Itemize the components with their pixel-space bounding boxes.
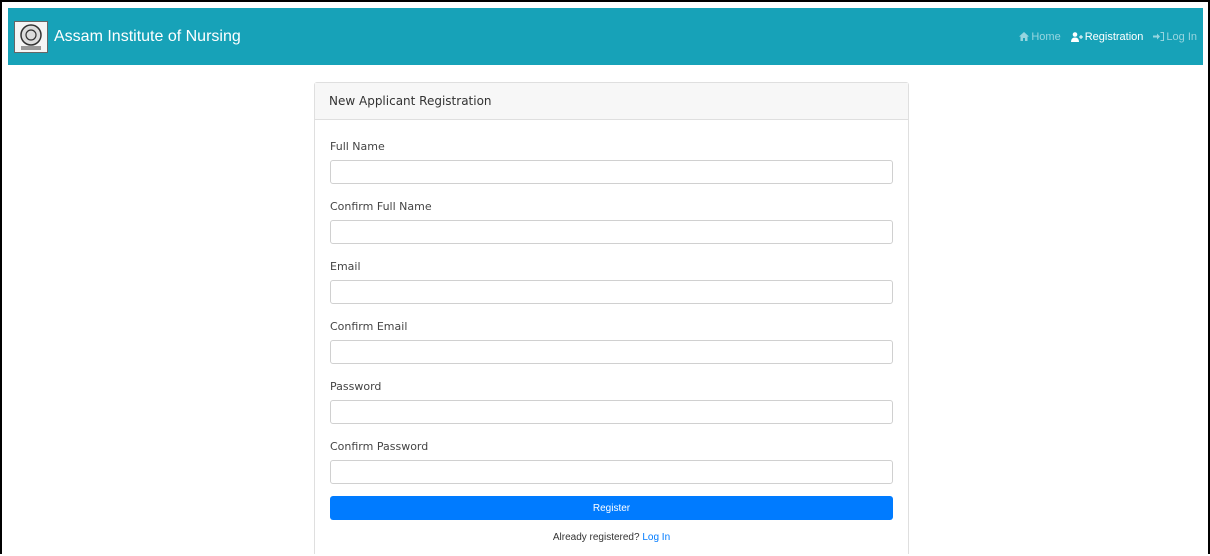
email-input[interactable] <box>330 280 893 304</box>
card-title: New Applicant Registration <box>329 94 492 108</box>
confirm-full-name-input[interactable] <box>330 220 893 244</box>
nav-home-label: Home <box>1031 30 1061 43</box>
nav-links: Home Registration Log In <box>1019 31 1197 43</box>
home-icon <box>1019 32 1030 41</box>
full-name-input[interactable] <box>330 160 893 184</box>
card-header: New Applicant Registration <box>315 83 908 120</box>
institute-logo-icon <box>14 20 48 53</box>
full-name-label: Full Name <box>330 140 385 153</box>
login-link[interactable]: Log In <box>642 532 670 543</box>
confirm-full-name-label: Confirm Full Name <box>330 200 432 213</box>
nav-home-link[interactable]: Home <box>1019 30 1061 43</box>
nav-login-link[interactable]: Log In <box>1153 31 1197 43</box>
user-plus-icon <box>1070 31 1083 42</box>
register-button[interactable]: Register <box>330 496 893 520</box>
nav-registration-label: Registration <box>1084 30 1144 43</box>
sign-in-icon <box>1153 32 1165 41</box>
brand-name: Assam Institute of Nursing <box>54 27 241 45</box>
brand-link[interactable]: Assam Institute of Nursing <box>14 20 241 53</box>
top-navbar: Assam Institute of Nursing Home Registra… <box>8 8 1203 65</box>
confirm-password-input[interactable] <box>330 460 893 484</box>
nav-registration-link[interactable]: Registration <box>1070 30 1144 43</box>
page-frame: Assam Institute of Nursing Home Registra… <box>0 0 1210 554</box>
confirm-email-label: Confirm Email <box>330 320 408 333</box>
login-prompt: Already registered? Log In <box>315 532 908 543</box>
password-label: Password <box>330 380 382 393</box>
password-input[interactable] <box>330 400 893 424</box>
login-prompt-text: Already registered? <box>552 532 640 543</box>
registration-card: New Applicant Registration Full Name Con… <box>314 82 909 554</box>
confirm-email-input[interactable] <box>330 340 893 364</box>
email-label: Email <box>330 260 361 273</box>
confirm-password-label: Confirm Password <box>330 440 429 453</box>
nav-login-label: Log In <box>1166 30 1197 43</box>
